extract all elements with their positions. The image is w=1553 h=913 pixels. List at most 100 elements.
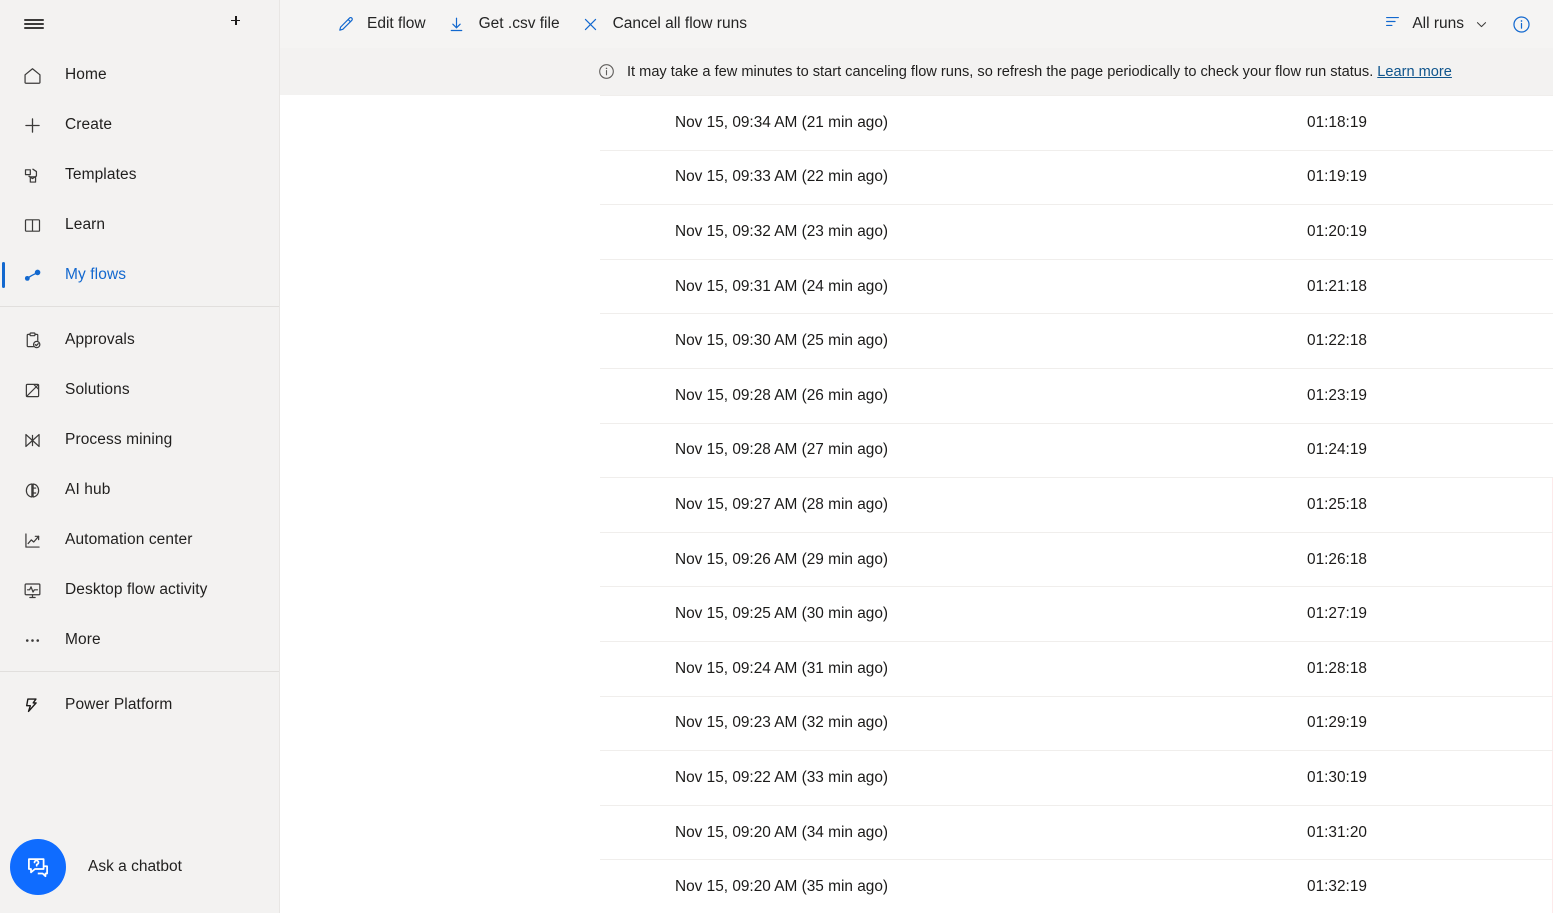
filter-lines-icon [1383, 12, 1402, 36]
all-runs-filter-label: All runs [1412, 15, 1464, 33]
run-start-time: Nov 15, 09:20 AM (34 min ago) [600, 805, 1218, 860]
run-duration: 01:31:20 [1218, 805, 1498, 860]
run-duration: 01:27:19 [1218, 587, 1498, 642]
table-row[interactable]: Nov 15, 09:30 AM (25 min ago)01:22:18Wai… [280, 314, 1553, 369]
table-row[interactable]: Nov 15, 09:28 AM (27 min ago)01:24:19Wai… [280, 423, 1553, 478]
row-left-spacer [280, 259, 600, 314]
chat-question-icon[interactable] [10, 839, 66, 895]
sidebar-item-home[interactable]: Home [0, 50, 279, 100]
cancel-all-flow-runs-label: Cancel all flow runs [613, 15, 747, 33]
run-start-time: Nov 15, 09:20 AM (35 min ago) [600, 860, 1218, 913]
learn-more-link[interactable]: Learn more [1377, 64, 1452, 80]
run-duration: 01:26:18 [1218, 532, 1498, 587]
sidebar-header [0, 0, 279, 48]
pencil-icon [334, 13, 356, 35]
run-duration: 01:28:18 [1218, 641, 1498, 696]
run-start-time: Nov 15, 09:22 AM (33 min ago) [600, 751, 1218, 806]
sidebar-primary-group: Home Create Templates [0, 48, 279, 300]
row-left-spacer [280, 150, 600, 205]
get-csv-file-button[interactable]: Get .csv file [436, 4, 570, 44]
row-left-spacer [280, 423, 600, 478]
table-row[interactable]: Nov 15, 09:34 AM (21 min ago)01:18:19Wai… [280, 96, 1553, 151]
row-left-spacer [280, 205, 600, 260]
run-start-time: Nov 15, 09:31 AM (24 min ago) [600, 259, 1218, 314]
x-close-icon [580, 13, 602, 35]
table-row[interactable]: Nov 15, 09:22 AM (33 min ago)01:30:19Can… [280, 751, 1553, 806]
book-icon [10, 210, 54, 240]
sidebar-item-learn[interactable]: Learn [0, 200, 279, 250]
table-row[interactable]: Nov 15, 09:32 AM (23 min ago)01:20:19Wai… [280, 205, 1553, 260]
table-row[interactable]: Nov 15, 09:24 AM (31 min ago)01:28:18Can… [280, 641, 1553, 696]
table-row[interactable]: Nov 15, 09:28 AM (26 min ago)01:23:19Wai… [280, 368, 1553, 423]
row-left-spacer [280, 368, 600, 423]
sidebar-item-process-mining[interactable]: Process mining [0, 415, 279, 465]
sidebar-secondary-group: Approvals Solutions [0, 313, 279, 665]
run-start-time: Nov 15, 09:30 AM (25 min ago) [600, 314, 1218, 369]
edit-flow-button[interactable]: Edit flow [324, 4, 436, 44]
run-status-cell: Waiting [1498, 96, 1553, 151]
sidebar-item-templates[interactable]: Templates [0, 150, 279, 200]
chatbot-label: Ask a chatbot [66, 858, 182, 876]
all-runs-filter-dropdown[interactable]: All runs [1375, 4, 1497, 44]
sidebar-item-label: My flows [54, 266, 126, 284]
run-duration: 01:25:18 [1218, 478, 1498, 533]
hamburger-menu-icon[interactable] [14, 4, 54, 44]
run-status-cell: Canceling [1498, 587, 1553, 642]
approvals-clipboard-icon [10, 325, 54, 355]
sidebar-item-label: Home [54, 66, 107, 84]
run-start-time: Nov 15, 09:27 AM (28 min ago) [600, 478, 1218, 533]
table-row[interactable]: Nov 15, 09:31 AM (24 min ago)01:21:18Wai… [280, 259, 1553, 314]
sidebar-item-label: Approvals [54, 331, 135, 349]
chatbot-launcher[interactable]: Ask a chatbot [0, 821, 280, 913]
sidebar-item-ai-hub[interactable]: AI hub [0, 465, 279, 515]
sidebar-item-label: Process mining [54, 431, 172, 449]
run-status-cell: Canceling [1498, 478, 1553, 533]
table-row[interactable]: Nov 15, 09:27 AM (28 min ago)01:25:18Can… [280, 478, 1553, 533]
run-start-time: Nov 15, 09:34 AM (21 min ago) [600, 96, 1218, 151]
sidebar-item-my-flows[interactable]: My flows [0, 250, 279, 300]
sidebar-item-solutions[interactable]: Solutions [0, 365, 279, 415]
flows-icon [10, 260, 54, 290]
flow-runs-table: Nov 15, 09:34 AM (21 min ago)01:18:19Wai… [280, 95, 1553, 913]
sidebar-item-label: Solutions [54, 381, 130, 399]
sidebar-item-label: Power Platform [54, 696, 172, 714]
sidebar-divider-1 [0, 306, 279, 307]
table-row[interactable]: Nov 15, 09:20 AM (34 min ago)01:31:20Can… [280, 805, 1553, 860]
run-start-time: Nov 15, 09:24 AM (31 min ago) [600, 641, 1218, 696]
sidebar-item-desktop-flow-activity[interactable]: Desktop flow activity [0, 565, 279, 615]
info-circle-icon [596, 62, 616, 82]
sidebar-item-power-platform[interactable]: Power Platform [0, 680, 279, 730]
run-start-time: Nov 15, 09:25 AM (30 min ago) [600, 587, 1218, 642]
row-left-spacer [280, 314, 600, 369]
table-row[interactable]: Nov 15, 09:23 AM (32 min ago)01:29:19Can… [280, 696, 1553, 751]
plus-icon [10, 110, 54, 140]
run-status-cell: Waiting [1498, 205, 1553, 260]
run-duration: 01:20:19 [1218, 205, 1498, 260]
cancel-all-flow-runs-button[interactable]: Cancel all flow runs [570, 4, 757, 44]
power-platform-icon [10, 690, 54, 720]
table-row[interactable]: Nov 15, 09:25 AM (30 min ago)01:27:19Can… [280, 587, 1553, 642]
table-row[interactable]: Nov 15, 09:26 AM (29 min ago)01:26:18Can… [280, 532, 1553, 587]
run-start-time: Nov 15, 09:33 AM (22 min ago) [600, 150, 1218, 205]
run-status-cell: Waiting [1498, 368, 1553, 423]
run-duration: 01:24:19 [1218, 423, 1498, 478]
sidebar-item-more[interactable]: More [0, 615, 279, 665]
table-row[interactable]: Nov 15, 09:20 AM (35 min ago)01:32:19Can… [280, 860, 1553, 913]
sidebar-item-label: Learn [54, 216, 105, 234]
chevron-down-icon [1474, 17, 1489, 32]
run-duration: 01:22:18 [1218, 314, 1498, 369]
sidebar-item-automation-center[interactable]: Automation center [0, 515, 279, 565]
run-status-cell: Waiting [1498, 150, 1553, 205]
sidebar-tertiary-group: Power Platform [0, 678, 279, 730]
sidebar-item-approvals[interactable]: Approvals [0, 315, 279, 365]
run-status-cell: Waiting [1498, 423, 1553, 478]
sidebar-item-label: Templates [54, 166, 137, 184]
sidebar-item-create[interactable]: Create [0, 100, 279, 150]
row-left-spacer [280, 696, 600, 751]
cancel-info-banner: It may take a few minutes to start cance… [280, 48, 1553, 95]
download-arrow-icon [446, 13, 468, 35]
info-circle-icon[interactable] [1503, 6, 1539, 42]
left-navigation-sidebar: Home Create Templates [0, 0, 280, 913]
run-start-time: Nov 15, 09:32 AM (23 min ago) [600, 205, 1218, 260]
table-row[interactable]: Nov 15, 09:33 AM (22 min ago)01:19:19Wai… [280, 150, 1553, 205]
